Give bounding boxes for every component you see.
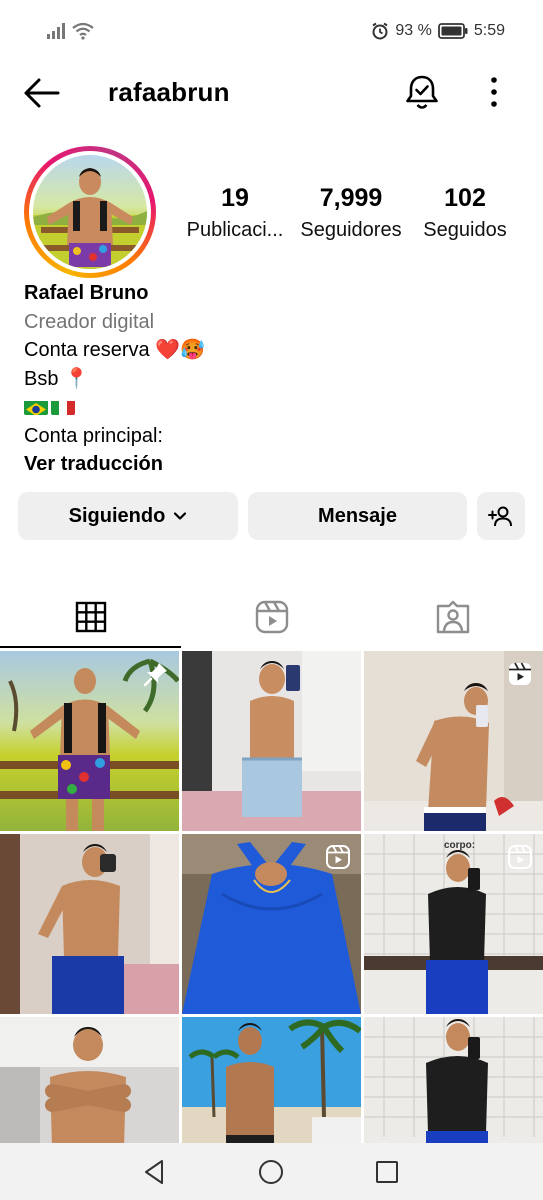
status-right: 93 % 5:59 xyxy=(371,22,505,40)
post-photo xyxy=(364,1017,543,1143)
active-tab-indicator xyxy=(0,646,181,648)
reel-caption: corpo: xyxy=(444,840,475,851)
nav-back-icon[interactable] xyxy=(140,1157,170,1187)
post-tile-pinned[interactable] xyxy=(0,651,179,831)
following-button-label: Siguiendo xyxy=(68,504,166,527)
message-button[interactable]: Mensaje xyxy=(248,492,467,540)
following-count: 102 xyxy=(444,184,486,212)
nav-recents-icon[interactable] xyxy=(372,1157,402,1187)
status-bar: 93 % 5:59 xyxy=(0,0,543,64)
avatar-border xyxy=(29,151,151,273)
brazil-flag-icon xyxy=(24,398,48,415)
avatar-photo xyxy=(33,155,147,269)
pin-icon xyxy=(143,663,167,687)
avatar-image xyxy=(33,168,147,269)
post-tile[interactable] xyxy=(182,1017,361,1143)
post-tile[interactable] xyxy=(364,1017,543,1143)
reels-icon xyxy=(508,845,532,869)
grid-icon xyxy=(75,601,106,633)
see-translation-link[interactable]: Ver traducción xyxy=(24,450,524,479)
post-tile-reel[interactable] xyxy=(364,651,543,831)
bio-line-2: Bsb 📍 xyxy=(24,367,89,390)
bio-line-1: Conta reserva ❤️🥵 xyxy=(24,339,205,361)
profile-username: rafaabrun xyxy=(108,77,230,107)
post-photo xyxy=(0,834,179,1014)
nav-home-icon[interactable] xyxy=(256,1157,286,1187)
followers-stat[interactable]: 7,999 Seguidores xyxy=(297,184,405,242)
profile-name: Rafael Bruno xyxy=(24,282,149,304)
post-tile[interactable] xyxy=(0,834,179,1014)
add-person-icon xyxy=(488,506,512,527)
system-nav-bar xyxy=(0,1143,543,1200)
tagged-user-icon xyxy=(436,600,469,634)
post-photo xyxy=(0,1017,179,1143)
posts-stat[interactable]: 19 Publicaci... xyxy=(186,184,284,242)
back-button[interactable] xyxy=(22,76,62,110)
chevron-down-icon xyxy=(174,512,187,520)
profile-category: Creador digital xyxy=(24,310,155,333)
reels-icon xyxy=(509,662,531,685)
post-photo xyxy=(182,1019,361,1143)
italy-flag-icon xyxy=(51,398,75,415)
following-button[interactable]: Siguiendo xyxy=(18,492,238,540)
suggest-people-button[interactable] xyxy=(477,492,525,540)
more-options-button[interactable] xyxy=(480,72,508,112)
posts-count: 19 xyxy=(221,184,249,212)
battery-percent: 93 % xyxy=(395,22,432,39)
tab-reels[interactable] xyxy=(181,585,362,649)
following-label: Seguidos xyxy=(423,219,507,241)
bio-line-3: Conta principal: xyxy=(24,424,163,447)
profile-tabs xyxy=(0,585,543,649)
posts-grid: corpo: xyxy=(0,651,543,1143)
post-tile-reel[interactable]: corpo: xyxy=(364,834,543,1014)
back-arrow-icon xyxy=(24,78,60,108)
status-left xyxy=(46,22,94,40)
reels-icon xyxy=(326,845,350,869)
signal-icon xyxy=(47,23,65,39)
bell-check-icon xyxy=(406,75,438,109)
post-tile[interactable] xyxy=(0,1017,179,1143)
alarm-icon xyxy=(372,22,388,40)
following-stat[interactable]: 102 Seguidos xyxy=(419,184,511,242)
clock-time: 5:59 xyxy=(473,22,505,39)
posts-label: Publicaci... xyxy=(186,219,284,241)
battery-icon xyxy=(437,23,468,39)
notifications-button[interactable] xyxy=(402,72,442,112)
post-tile-reel[interactable] xyxy=(182,834,361,1014)
message-button-label: Mensaje xyxy=(318,504,397,527)
more-vertical-icon xyxy=(491,77,497,107)
profile-header: rafaabrun xyxy=(0,64,543,122)
post-tile[interactable] xyxy=(182,651,361,831)
wifi-icon xyxy=(72,22,94,40)
tab-grid[interactable] xyxy=(0,585,181,649)
followers-count: 7,999 xyxy=(319,184,383,212)
profile-bio: Rafael Bruno Creador digital Conta reser… xyxy=(24,279,524,479)
followers-label: Seguidores xyxy=(300,219,402,241)
reels-icon xyxy=(255,600,288,634)
bio-flags xyxy=(24,393,524,422)
tab-tagged[interactable] xyxy=(362,585,543,649)
post-photo xyxy=(182,651,361,831)
profile-avatar[interactable] xyxy=(24,146,156,278)
